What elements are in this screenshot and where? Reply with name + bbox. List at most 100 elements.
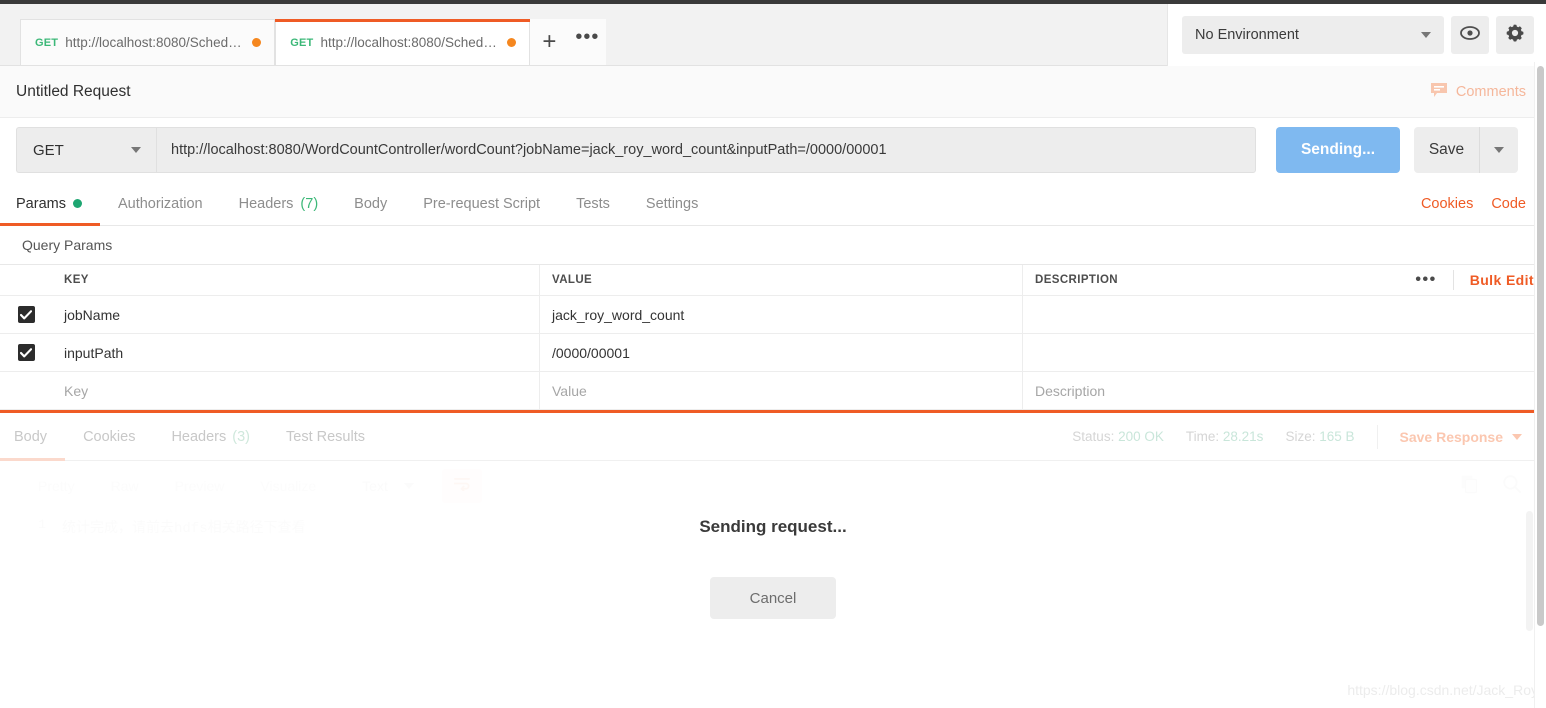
chevron-down-icon [1421,32,1431,38]
row-value-input[interactable]: /0000/00001 [540,334,1023,371]
request-tab-1[interactable]: GET http://localhost:8080/Scheduler... [20,19,276,65]
http-method-selector[interactable]: GET [16,127,156,173]
status-value: 200 OK [1118,429,1164,444]
response-tab-headers[interactable]: Headers (3) [153,413,268,460]
tab-authorization[interactable]: Authorization [100,182,221,225]
http-method-label: GET [33,141,64,159]
tab-tests[interactable]: Tests [558,182,628,225]
code-link[interactable]: Code [1491,196,1526,212]
cancel-button[interactable]: Cancel [710,577,836,619]
tab-body-label: Body [354,195,388,212]
page-title: Untitled Request [16,82,131,100]
tab-params[interactable]: Params [0,182,100,226]
chevron-down-icon [131,147,141,153]
tab-body[interactable]: Body [336,182,405,225]
new-value-input[interactable]: Value [540,372,1023,409]
tab-options-button[interactable]: ••• [568,19,607,65]
header-key: KEY [52,265,540,295]
params-present-dot-icon [72,199,82,208]
request-tab-bar: GET http://localhost:8080/Scheduler... G… [0,4,1546,66]
bulk-edit-button[interactable]: Bulk Edit [1454,272,1534,288]
response-tab-cookies[interactable]: Cookies [65,413,153,460]
response-tab-headers-count: (3) [232,428,250,445]
time-label: Time: [1185,429,1220,444]
unsaved-indicator-dot [252,38,262,47]
table-header-row: KEY VALUE DESCRIPTION ••• Bulk Edit [0,265,1546,296]
environment-selector[interactable]: No Environment [1182,16,1444,54]
table-row-empty: Key Value Description [0,372,1546,410]
row-key-input[interactable]: jobName [52,296,540,333]
comments-button[interactable]: Comments [1430,82,1526,102]
response-tab-test-results-label: Test Results [286,428,365,445]
sending-request-overlay: Sending request... Cancel [0,461,1546,708]
save-response-button[interactable]: Save Response [1376,424,1522,449]
response-tabs-list: Body Cookies Headers (3) Test Results [0,413,383,461]
page-scrollbar-thumb[interactable] [1537,66,1544,626]
tab-authorization-label: Authorization [117,195,203,212]
response-section-tabs: Body Cookies Headers (3) Test Results St… [0,413,1546,461]
row-key-input[interactable]: inputPath [52,334,540,371]
header-checkbox-cell [0,265,52,295]
tab-settings-label: Settings [645,195,699,212]
tab-tests-label: Tests [576,195,610,212]
comment-icon [1430,82,1448,102]
tab-settings[interactable]: Settings [628,182,716,225]
table-row: jobName jack_roy_word_count [0,296,1546,334]
tab-pre-request-script[interactable]: Pre-request Script [405,182,558,225]
request-section-tabs-list: Params Authorization Headers (7) Body Pr… [0,182,716,226]
response-tab-headers-label: Headers [171,428,227,445]
tab-headers-count: (7) [300,195,319,212]
settings-button[interactable] [1496,16,1534,54]
save-response-label: Save Response [1399,428,1504,445]
row-description-input[interactable] [1023,296,1546,333]
row-description-input[interactable] [1023,334,1546,371]
response-body-scrollbar[interactable] [1526,511,1533,631]
send-button[interactable]: Sending... [1276,127,1400,173]
page-scrollbar[interactable] [1534,62,1546,708]
new-description-input[interactable]: Description [1023,372,1546,409]
new-tab-button[interactable]: + [530,19,569,65]
response-tab-body[interactable]: Body [0,413,66,461]
table-options-button[interactable]: ••• [1399,270,1454,290]
environment-quick-look-button[interactable] [1451,16,1489,54]
status-badge: Status: 200 OK [1072,429,1164,444]
tab-title-label: http://localhost:8080/Scheduler... [320,35,501,50]
chevron-down-icon [1494,147,1504,153]
header-value: VALUE [540,265,1023,295]
tab-method-label: GET [35,36,59,49]
header-description-cell: DESCRIPTION ••• Bulk Edit [1023,265,1546,295]
tab-method-label: GET [290,36,314,49]
query-params-section-label: Query Params [22,237,113,253]
loading-title: Sending request... [699,517,847,536]
row-checkbox[interactable] [17,344,35,361]
table-actions: ••• Bulk Edit [1399,270,1534,290]
save-options-button[interactable] [1480,127,1518,173]
url-input[interactable]: http://localhost:8080/WordCountControlle… [156,127,1256,173]
time-badge: Time: 28.21s [1186,429,1264,444]
row-checkbox[interactable] [17,306,35,323]
url-bar-row: GET http://localhost:8080/WordCountContr… [0,118,1546,182]
request-tab-2[interactable]: GET http://localhost:8080/Scheduler... [275,19,531,65]
new-key-input[interactable]: Key [52,372,540,409]
row-checkbox-cell [0,334,52,371]
row-checkbox-cell [0,372,52,409]
cookies-link[interactable]: Cookies [1421,196,1473,212]
response-tab-cookies-label: Cookies [83,428,136,445]
tab-headers[interactable]: Headers (7) [221,182,337,225]
tab-headers-label: Headers [238,195,294,212]
row-value-input[interactable]: jack_roy_word_count [540,296,1023,333]
comments-label: Comments [1455,83,1526,100]
size-badge: Size: 165 B [1285,429,1354,444]
environment-selected-label: No Environment [1195,27,1299,43]
request-title-row: Untitled Request Comments [0,66,1546,118]
tab-params-label: Params [16,195,66,212]
request-section-tabs: Params Authorization Headers (7) Body Pr… [0,182,1546,226]
time-value: 28.21s [1222,429,1264,444]
request-tabs-actions: Cookies Code [1421,182,1526,225]
tab-title-label: http://localhost:8080/Scheduler... [65,35,246,50]
query-params-table: KEY VALUE DESCRIPTION ••• Bulk Edit jobN… [0,264,1546,410]
row-checkbox-cell [0,296,52,333]
response-tab-test-results[interactable]: Test Results [268,413,383,460]
save-button[interactable]: Save [1414,127,1480,173]
table-row: inputPath /0000/00001 [0,334,1546,372]
